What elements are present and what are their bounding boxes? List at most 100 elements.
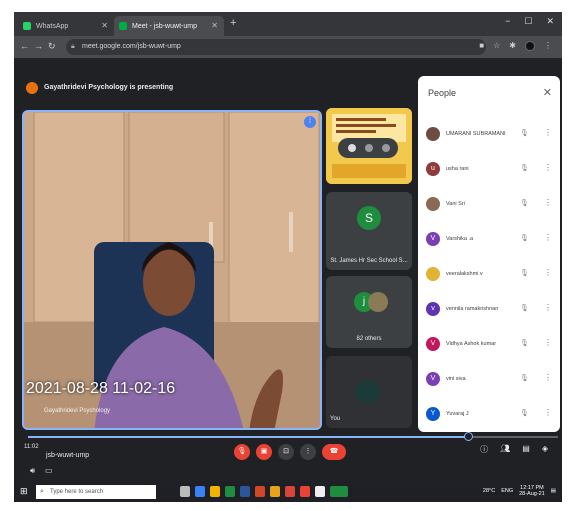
more-options-icon[interactable]: ⋮ bbox=[544, 373, 552, 382]
participant-photo bbox=[368, 292, 388, 312]
participant-row[interactable]: v vennila ramakrishnan 🎙︎ ⋮ bbox=[424, 295, 558, 325]
tab-label: WhatsApp bbox=[36, 22, 69, 30]
timestamp-overlay: 2021-08-28 11-02-16 bbox=[26, 380, 176, 397]
more-options-icon[interactable]: ⋮ bbox=[544, 163, 552, 172]
more-options-button[interactable]: ⋮ bbox=[300, 444, 316, 460]
app-icon[interactable] bbox=[330, 486, 348, 497]
captions-button[interactable]: ⊡ bbox=[278, 444, 294, 460]
lock-icon: 🔒︎ bbox=[71, 43, 75, 50]
mic-muted-icon: 🎙︎ bbox=[520, 375, 529, 382]
reload-icon[interactable]: ↻ bbox=[48, 41, 56, 52]
app-icon[interactable] bbox=[270, 486, 280, 497]
star-icon[interactable]: ☆ bbox=[493, 41, 500, 51]
back-icon[interactable]: ← bbox=[20, 41, 29, 51]
profile-avatar[interactable] bbox=[525, 41, 535, 51]
participant-row[interactable]: u usha rani 🎙︎ ⋮ bbox=[424, 155, 558, 185]
screen-icon[interactable]: ▭ bbox=[45, 466, 53, 476]
participant-row[interactable]: V Varshika .a 🎙︎ ⋮ bbox=[424, 225, 558, 255]
progress-handle[interactable] bbox=[463, 432, 473, 441]
participant-row[interactable]: Vvini siva 🎙︎ ⋮ bbox=[424, 365, 558, 395]
windows-start-icon[interactable]: ⊞ bbox=[20, 486, 28, 497]
task-view-icon[interactable] bbox=[180, 486, 190, 497]
forward-icon[interactable]: → bbox=[34, 41, 43, 51]
more-options-icon[interactable]: ⋮ bbox=[544, 128, 552, 137]
url-input[interactable]: 🔒︎ meet.google.com/jsb-wuwt-ump bbox=[66, 39, 486, 55]
progress-fill bbox=[28, 436, 468, 438]
info-icon[interactable]: ⓘ bbox=[480, 444, 488, 455]
mic-muted-icon: 🎙︎ bbox=[520, 410, 529, 417]
self-label: You bbox=[330, 416, 341, 422]
more-options-icon[interactable]: ⋮ bbox=[544, 408, 552, 417]
camera-icon[interactable]: ■ bbox=[479, 41, 484, 51]
mic-muted-icon: 🎙︎ bbox=[520, 340, 529, 347]
mic-muted-icon: 🎙︎ bbox=[520, 235, 529, 242]
presentation-thumbnail bbox=[326, 108, 412, 184]
extensions-icon[interactable]: ✱ bbox=[509, 41, 516, 51]
powerpoint-icon[interactable] bbox=[255, 486, 265, 497]
word-icon[interactable] bbox=[240, 486, 250, 497]
volume-icon[interactable]: 🔊︎ bbox=[30, 466, 35, 476]
close-window-button[interactable]: ✕ bbox=[546, 16, 554, 27]
excel-icon[interactable] bbox=[225, 486, 235, 497]
participant-row[interactable]: veeralakshmi v 🎙︎ ⋮ bbox=[424, 260, 558, 290]
more-options-icon[interactable]: ⋮ bbox=[544, 268, 552, 277]
leave-call-button[interactable]: ☎ bbox=[322, 444, 346, 460]
window-controls: − ☐ ✕ bbox=[505, 16, 554, 27]
participant-avatar: V bbox=[426, 337, 440, 351]
camera-off-button[interactable]: ▣ bbox=[256, 444, 272, 460]
progress-track[interactable] bbox=[28, 432, 558, 441]
browser-tab-bar: WhatsApp ✕ Meet - jsb-wuwt-ump ✕ + − ☐ ✕ bbox=[14, 12, 562, 36]
participant-avatar bbox=[426, 127, 440, 141]
close-tab-icon[interactable]: ✕ bbox=[211, 21, 218, 30]
self-video bbox=[356, 380, 380, 404]
mic-off-button[interactable]: 🎙︎ bbox=[234, 444, 250, 460]
activities-icon[interactable]: ◈ bbox=[542, 444, 548, 455]
more-options-icon[interactable]: ⋮ bbox=[544, 303, 552, 312]
taskbar-search[interactable]: ⌕ Type here to search bbox=[36, 485, 156, 499]
maximize-button[interactable]: ☐ bbox=[524, 16, 532, 27]
participant-tile[interactable]: S St. James Hr Sec School S... bbox=[326, 192, 412, 270]
self-view-tile[interactable]: You bbox=[326, 356, 412, 428]
people-title: People bbox=[428, 88, 457, 98]
call-controls: 🎙︎ ▣ ⊡ ⋮ ☎ bbox=[234, 444, 346, 460]
participant-row[interactable]: UMARANI SUBRAMANI 🎙︎ ⋮ bbox=[424, 120, 558, 150]
participant-name: UMARANI SUBRAMANI bbox=[446, 131, 506, 137]
more-options-icon[interactable]: ⋮ bbox=[544, 233, 552, 242]
participant-row[interactable]: V Vidhya Ashok kumar 🎙︎ ⋮ bbox=[424, 330, 558, 360]
more-options-icon[interactable]: ⋮ bbox=[544, 338, 552, 347]
media-controls: 🔊︎ ▭ bbox=[30, 466, 53, 476]
chrome-icon[interactable] bbox=[285, 486, 295, 497]
main-video-tile[interactable]: ⁞ 2021-08-28 11-02-16 Gayathridevi Psych… bbox=[22, 110, 322, 430]
participant-avatar: S bbox=[357, 206, 381, 230]
file-explorer-icon[interactable] bbox=[210, 486, 220, 497]
close-tab-icon[interactable]: ✕ bbox=[101, 21, 108, 30]
mic-muted-icon: 🎙︎ bbox=[520, 270, 529, 277]
app-icon[interactable] bbox=[315, 486, 325, 497]
participant-avatar: V bbox=[426, 372, 440, 386]
side-controls: ⓘ 👥︎ ▤ ◈ bbox=[480, 444, 548, 455]
system-clock[interactable]: 12:17 PM 28-Aug-21 bbox=[519, 485, 545, 497]
tab-meet[interactable]: Meet - jsb-wuwt-ump ✕ bbox=[114, 16, 224, 36]
participant-avatar: Y bbox=[426, 407, 440, 421]
mic-muted-icon: 🎙︎ bbox=[520, 165, 529, 172]
others-count: 82 others bbox=[356, 336, 382, 342]
close-icon[interactable]: ✕ bbox=[543, 86, 552, 99]
opera-icon[interactable] bbox=[300, 486, 310, 497]
participant-row[interactable]: Vani Sri 🎙︎ ⋮ bbox=[424, 190, 558, 220]
participant-avatar: u bbox=[426, 162, 440, 176]
url-text: meet.google.com/jsb-wuwt-ump bbox=[82, 43, 181, 50]
windows-taskbar: ⊞ ⌕ Type here to search 28°C ENG 12:17 P… bbox=[14, 482, 562, 502]
notification-icon[interactable]: ▤ bbox=[551, 488, 556, 494]
others-tile[interactable]: j 82 others bbox=[326, 276, 412, 348]
edge-icon[interactable] bbox=[195, 486, 205, 497]
more-options-icon[interactable]: ⋮ bbox=[544, 198, 552, 207]
participant-row[interactable]: Y Yuvaraj J 🎙︎ ⋮ bbox=[424, 400, 558, 430]
presentation-tile[interactable] bbox=[326, 108, 412, 184]
minimize-button[interactable]: − bbox=[505, 16, 510, 27]
menu-icon[interactable]: ⋮ bbox=[544, 41, 552, 51]
chat-icon[interactable]: ▤ bbox=[522, 444, 530, 455]
tab-whatsapp[interactable]: WhatsApp ✕ bbox=[18, 16, 114, 36]
presenting-banner: Gayathridevi Psychology is presenting bbox=[14, 76, 414, 100]
people-icon[interactable]: 👥︎ bbox=[500, 444, 510, 455]
new-tab-button[interactable]: + bbox=[230, 17, 236, 29]
